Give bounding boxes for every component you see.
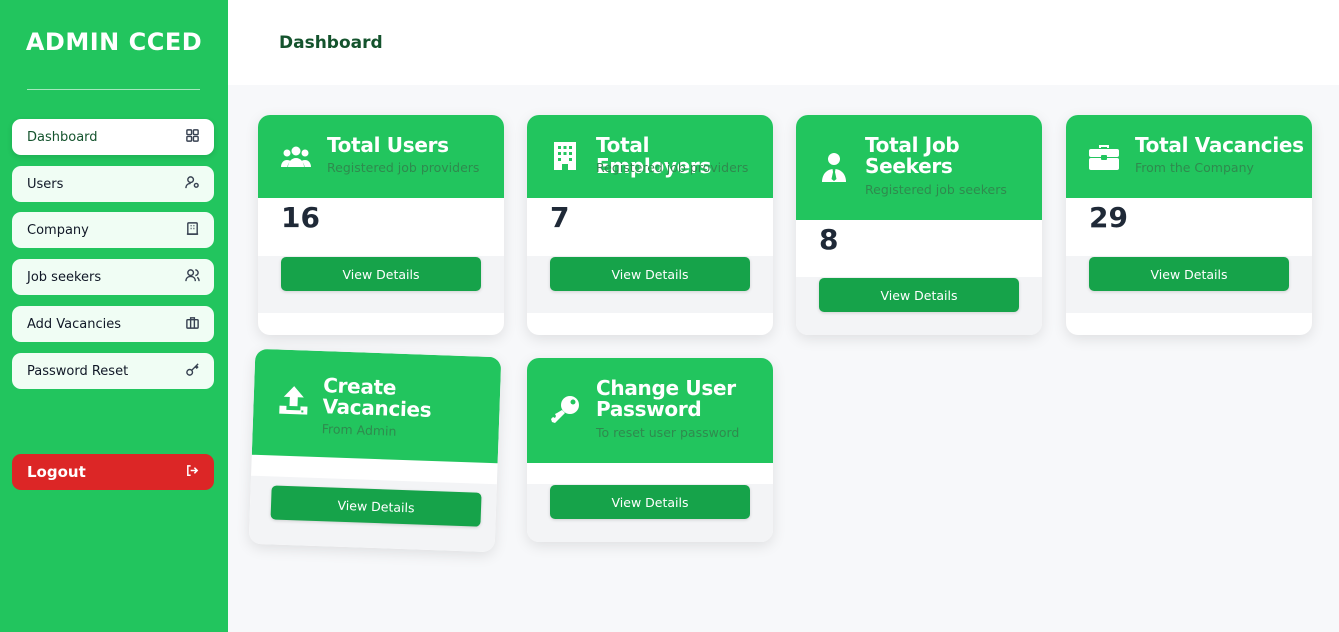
logout-icon xyxy=(185,463,200,482)
building-icon xyxy=(185,221,200,240)
card-subtitle: Registered job seekers xyxy=(865,182,1007,197)
view-details-button[interactable]: View Details xyxy=(550,485,750,519)
users-icon xyxy=(185,268,200,287)
card-total-job-seekers: Total Job Seekers Registered job seekers… xyxy=(796,115,1042,335)
card-header: Total Vacancies From the Company xyxy=(1066,115,1312,198)
user-gear-icon xyxy=(185,175,200,194)
card-title: Total Users xyxy=(327,133,449,157)
card-count: 7 xyxy=(550,201,570,234)
card-footer: View Details xyxy=(527,484,773,542)
users-group-icon xyxy=(280,141,312,173)
brand-title: ADMIN CCED xyxy=(25,28,203,56)
page-title: Dashboard xyxy=(279,33,383,53)
sidebar-item-label: Job seekers xyxy=(27,269,102,285)
sidebar-item-dashboard[interactable]: Dashboard xyxy=(12,119,214,155)
card-count: 16 xyxy=(281,201,320,234)
sidebar-item-label: Users xyxy=(27,176,64,192)
sidebar-item-label: Add Vacancies xyxy=(27,316,122,332)
card-total-vacancies: Total Vacancies From the Company 29 View… xyxy=(1066,115,1312,335)
sidebar-item-add-vacancies[interactable]: Add Vacancies xyxy=(12,306,214,342)
view-details-button[interactable]: View Details xyxy=(819,278,1019,312)
card-footer: View Details xyxy=(1066,256,1312,313)
view-details-button[interactable]: View Details xyxy=(270,485,482,527)
brand-divider xyxy=(27,89,200,90)
card-header: Total Job Seekers Registered job seekers xyxy=(796,115,1042,220)
building-icon xyxy=(551,140,579,172)
card-header: Create Vacancies From Admin xyxy=(251,348,502,464)
card-title: Change User Password xyxy=(596,376,736,421)
card-header: Change User Password To reset user passw… xyxy=(527,358,773,463)
card-footer: View Details xyxy=(796,277,1042,335)
card-title: Total Job Seekers xyxy=(865,133,960,178)
card-change-user-password[interactable]: Change User Password To reset user passw… xyxy=(527,358,773,542)
card-subtitle: To reset user password xyxy=(596,425,740,440)
sidebar-item-label: Company xyxy=(27,222,89,238)
sidebar-item-company[interactable]: Company xyxy=(12,212,214,248)
card-create-vacancies[interactable]: Create Vacancies From Admin View Details xyxy=(248,348,502,553)
card-footer: View Details xyxy=(527,256,773,313)
card-total-employers: Total Employers Registered job providers… xyxy=(527,115,773,335)
sidebar-item-users[interactable]: Users xyxy=(12,166,214,202)
card-subtitle: From the Company xyxy=(1135,160,1254,175)
card-subtitle: Registered job providers xyxy=(596,160,749,175)
card-title: Create Vacancies xyxy=(322,373,432,422)
top-bar: Dashboard xyxy=(228,0,1339,85)
card-header: Total Employers Registered job providers xyxy=(527,115,773,198)
person-tie-icon xyxy=(818,151,850,183)
logout-label: Logout xyxy=(27,463,86,481)
sidebar: ADMIN CCED Dashboard Users Company Job s… xyxy=(0,0,228,632)
sidebar-item-label: Password Reset xyxy=(27,363,129,379)
card-count: 8 xyxy=(819,223,839,256)
card-header: Total Users Registered job providers xyxy=(258,115,504,198)
card-subtitle: From Admin xyxy=(321,421,397,439)
view-details-button[interactable]: View Details xyxy=(550,257,750,291)
briefcase-icon xyxy=(185,315,200,334)
card-title: Total Vacancies xyxy=(1135,133,1304,157)
sidebar-item-job-seekers[interactable]: Job seekers xyxy=(12,259,214,295)
card-count: 29 xyxy=(1089,201,1128,234)
card-total-users: Total Users Registered job providers 16 … xyxy=(258,115,504,335)
grid-icon xyxy=(185,128,200,147)
upload-icon xyxy=(277,384,310,417)
card-subtitle: Registered job providers xyxy=(327,160,480,175)
logout-button[interactable]: Logout xyxy=(12,454,214,490)
briefcase-icon xyxy=(1088,141,1120,173)
sidebar-item-label: Dashboard xyxy=(27,129,98,145)
card-footer: View Details xyxy=(258,256,504,313)
key-icon xyxy=(549,394,581,426)
key-icon xyxy=(185,362,200,381)
view-details-button[interactable]: View Details xyxy=(281,257,481,291)
card-footer: View Details xyxy=(248,475,497,553)
view-details-button[interactable]: View Details xyxy=(1089,257,1289,291)
sidebar-item-password-reset[interactable]: Password Reset xyxy=(12,353,214,389)
